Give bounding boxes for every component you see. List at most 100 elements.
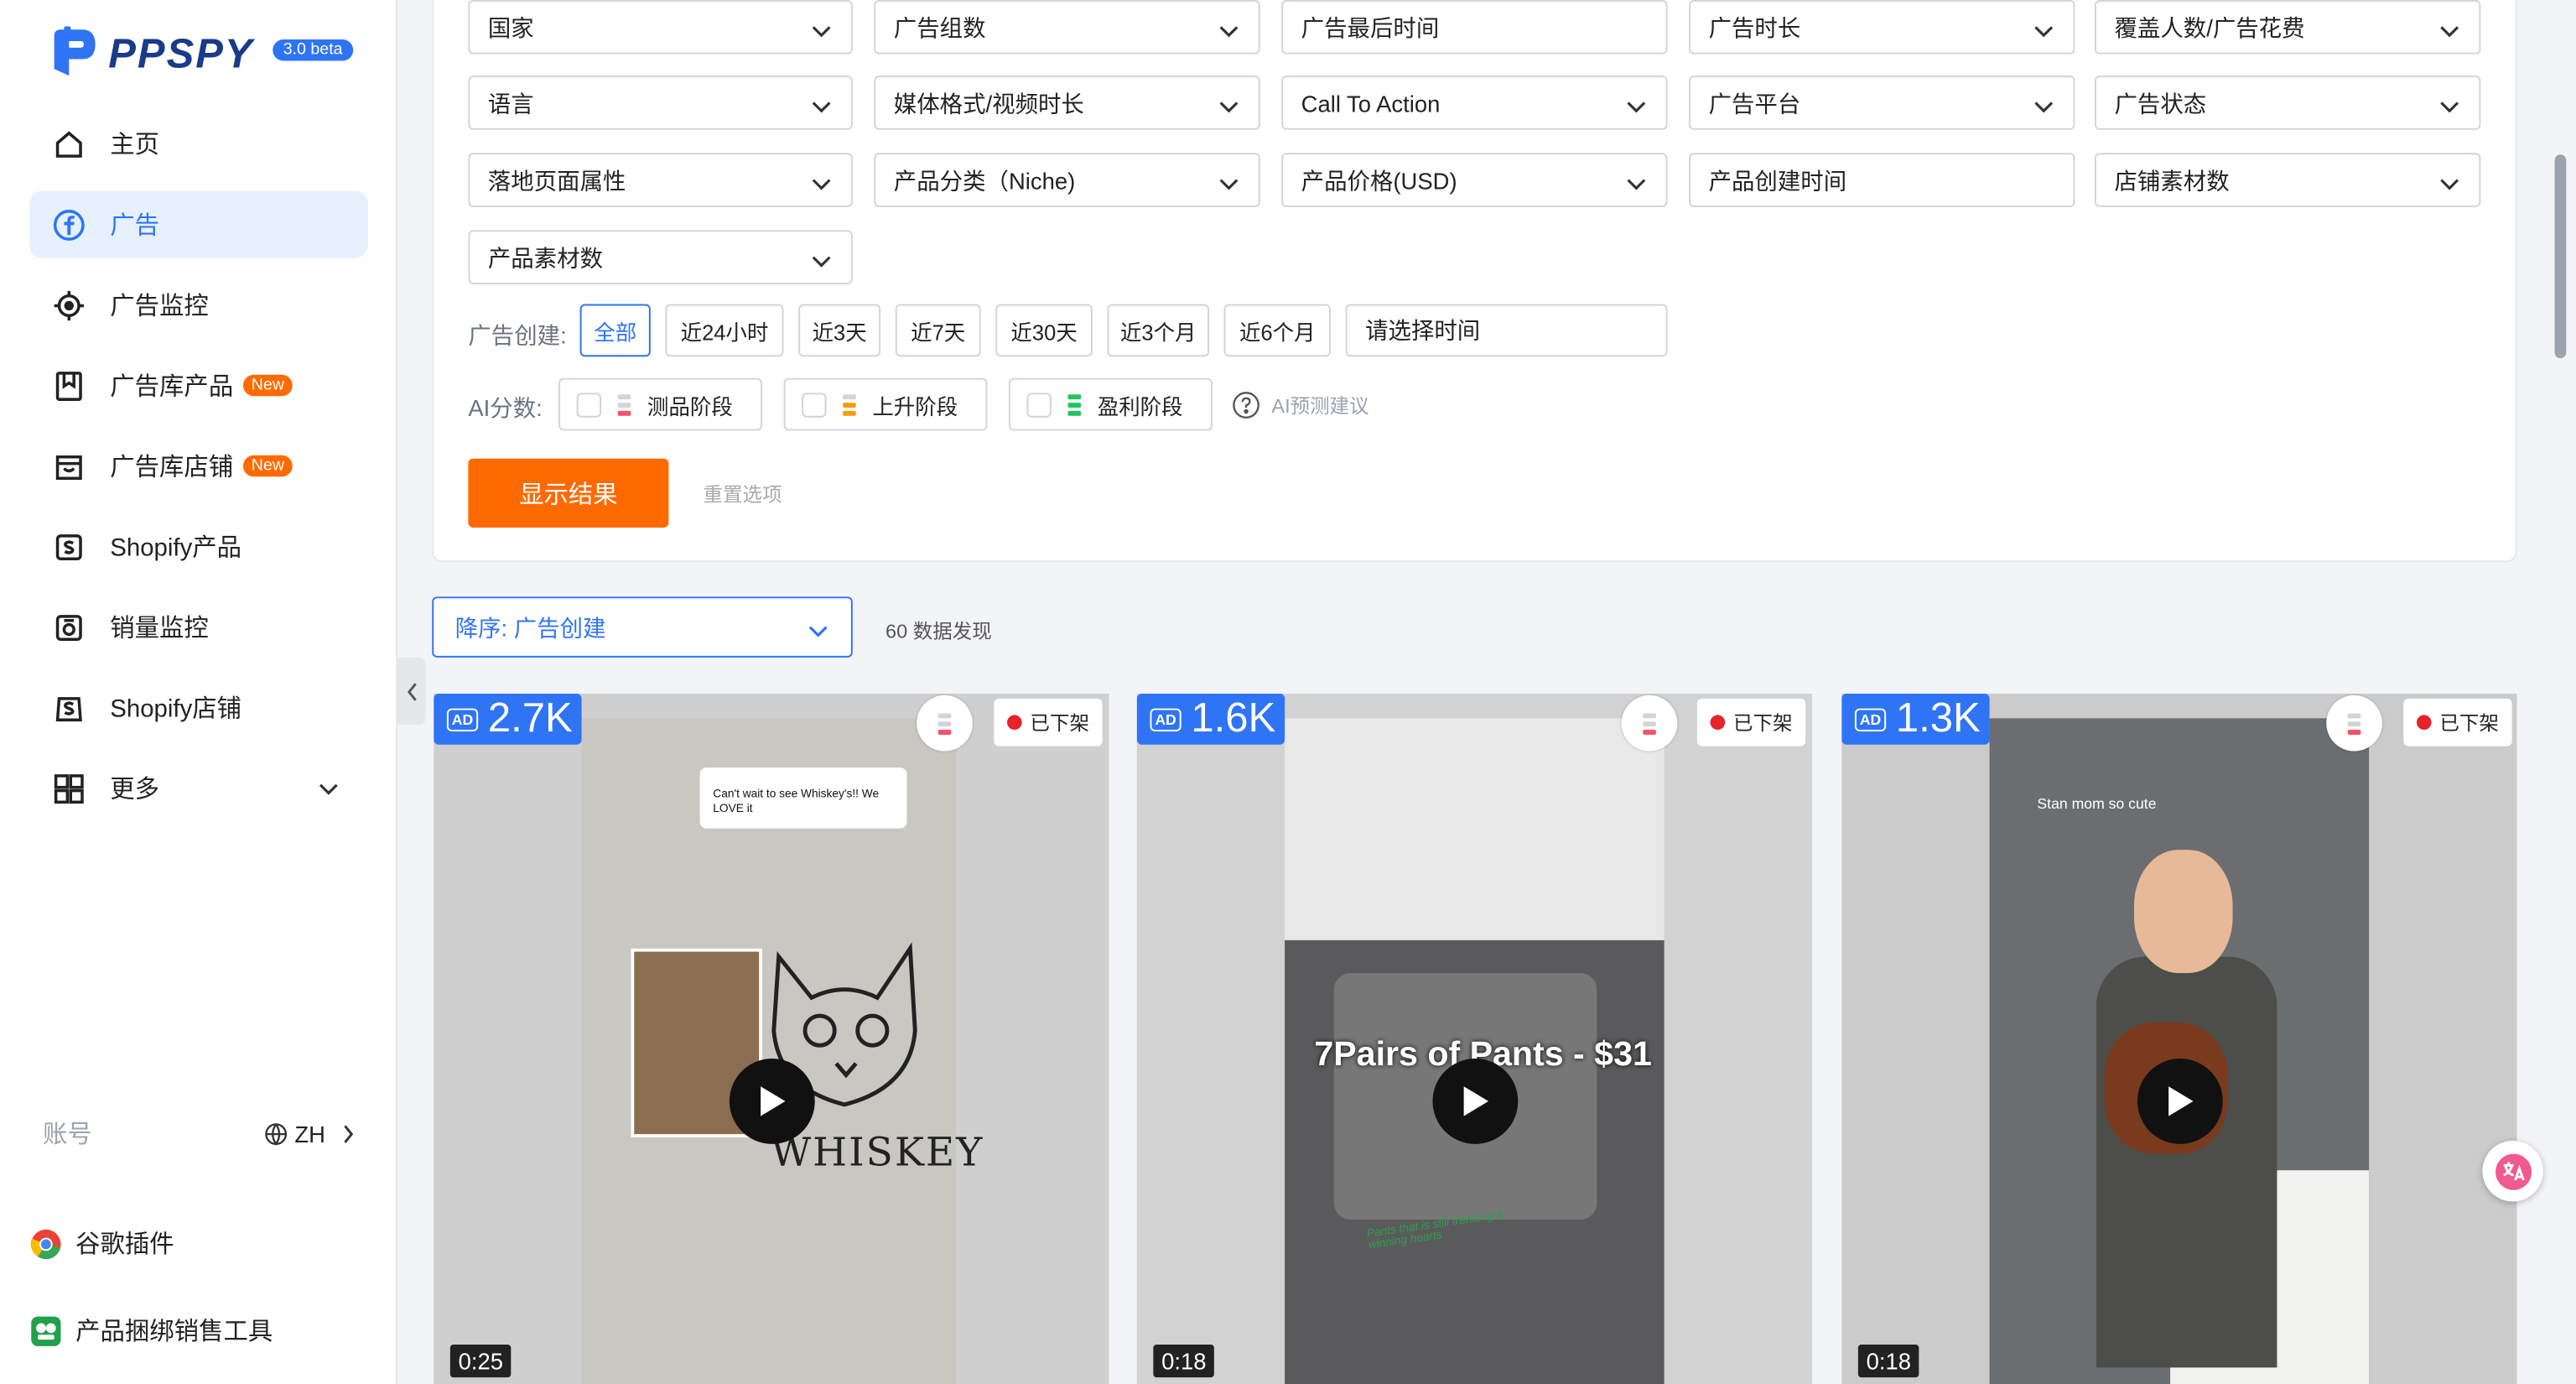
checkbox[interactable] [802,392,827,417]
play-button[interactable] [728,1058,814,1144]
sidebar-item-home[interactable]: 主页 [29,110,368,177]
sidebar-item-sales-monitor[interactable]: 销量监控 [29,593,368,660]
filter-reach-spend[interactable]: 覆盖人数/广告花费 [2094,0,2481,55]
chevron-down-icon [812,17,832,43]
filter-ad-platform[interactable]: 广告平台 [1689,75,2075,130]
sort-dropdown[interactable]: 降序: 广告创建 [432,596,853,658]
stage-testing-icon [617,393,631,415]
chevron-down-icon [2439,92,2459,118]
ai-stage-testing[interactable]: 测品阶段 [558,377,763,431]
filter-product-niche[interactable]: 产品分类（Niche) [874,153,1260,207]
sidebar-item-shopify-products[interactable]: Shopify产品 [29,512,368,580]
chevron-down-icon [1219,92,1239,118]
chevron-down-icon [1219,169,1239,195]
help-icon [1233,392,1259,419]
filter-call-to-action[interactable]: Call To Action [1281,75,1668,130]
ad-card[interactable]: 7Pairs of Pants - $31 Pants that is stil… [1136,693,1812,1384]
checkbox[interactable] [576,392,602,417]
sidebar-item-more[interactable]: 更多 [29,754,368,821]
store-icon [53,450,86,482]
language-label: ZH [294,1120,325,1147]
stage-testing-icon [1643,712,1656,734]
date-chip-30d[interactable]: 近30天 [995,304,1093,357]
ad-video-thumbnail[interactable]: Stan mom so cute [1841,693,2517,1384]
date-chip-24h[interactable]: 近24小时 [665,304,784,357]
filter-label: 覆盖人数/广告花费 [2114,13,2305,41]
play-icon [2168,1086,2193,1116]
reset-options-button[interactable]: 重置选项 [704,480,782,507]
chrome-plugin-label: 谷歌插件 [75,1231,174,1260]
page-scrollbar[interactable] [2554,154,2567,359]
filter-ad-last-time[interactable]: 广告最后时间 [1281,0,1668,55]
filter-product-created[interactable]: 产品创建时间 [1689,153,2075,207]
status-dot [2416,715,2432,731]
filter-store-creatives[interactable]: 店铺素材数 [2094,153,2481,207]
ai-stage-label: 盈利阶段 [1097,393,1183,419]
ai-stage-rising[interactable]: 上升阶段 [783,377,988,431]
target-icon [53,289,86,321]
brand-logo[interactable]: PPSPY 3.0 beta [49,26,353,82]
shopify-icon [53,530,86,563]
grid-icon [53,772,86,804]
account-row[interactable]: 账号 ZH [43,1116,355,1151]
stage-rising-icon [843,393,856,415]
ai-help-label: AI预测建议 [1271,394,1369,418]
sidebar-collapse-toggle[interactable] [397,657,426,726]
bookmark-icon [53,369,86,402]
brand-name: PPSPY [108,30,254,77]
filter-label: 国家 [487,13,534,41]
filter-landing-page[interactable]: 落地页面属性 [468,153,853,207]
filter-country[interactable]: 国家 [468,0,853,55]
ai-prediction-help[interactable]: AI预测建议 [1232,391,1369,419]
sidebar-item-ad-library-products[interactable]: 广告库产品 New [29,351,368,419]
language-switcher[interactable]: ZH [265,1120,355,1147]
filter-label: 落地页面属性 [487,166,626,194]
play-button[interactable] [2136,1058,2222,1144]
chevron-down-icon [1627,92,1647,118]
filter-label: 产品价格(USD) [1301,166,1457,194]
play-button[interactable] [1431,1058,1518,1144]
chevron-down-icon [1219,17,1239,43]
ad-card[interactable]: Stan mom so cute AD 1.3K 已下架 0:18 [1841,693,2517,1384]
sidebar-item-shopify-stores[interactable]: Shopify店铺 [29,674,368,741]
filter-ad-group-count[interactable]: 广告组数 [874,0,1260,55]
sidebar-item-label: Shopify店铺 [110,695,242,724]
facebook-icon [53,208,86,241]
ad-video-thumbnail[interactable]: 7Pairs of Pants - $31 Pants that is stil… [1136,693,1812,1384]
date-chip-6m[interactable]: 近6个月 [1223,304,1331,357]
chevron-down-icon [812,92,832,118]
chevron-down-icon [812,247,832,273]
filter-ad-status[interactable]: 广告状态 [2094,75,2481,130]
video-duration: 0:18 [1857,1344,1919,1378]
status-label: 已下架 [2439,711,2499,735]
date-chip-3d[interactable]: 近3天 [798,304,881,357]
date-chip-7d[interactable]: 近7天 [895,304,981,357]
sidebar-item-label: 更多 [110,775,160,804]
ai-stage-profit[interactable]: 盈利阶段 [1008,377,1213,431]
show-results-button[interactable]: 显示结果 [468,458,669,528]
sidebar-item-ad-library-stores[interactable]: 广告库店铺 New [29,432,368,499]
video-caption: Stan mom so cute [2037,795,2157,813]
filter-product-price[interactable]: 产品价格(USD) [1281,153,1668,207]
checkbox[interactable] [1026,392,1052,417]
ad-tag-icon: AD [1150,707,1182,731]
reach-value: 1.6K [1191,695,1276,741]
bundle-tool-link[interactable]: 产品捆绑销售工具 [29,1314,273,1348]
filter-language[interactable]: 语言 [468,75,853,130]
version-badge: 3.0 beta [273,39,353,60]
filter-media-format[interactable]: 媒体格式/视频时长 [874,75,1260,130]
bundle-tool-label: 产品捆绑销售工具 [75,1318,273,1346]
sidebar-item-ad-monitor[interactable]: 广告监控 [29,271,368,338]
chrome-plugin-link[interactable]: 谷歌插件 [29,1226,174,1261]
date-chip-all[interactable]: 全部 [579,304,651,357]
date-chip-3m[interactable]: 近3个月 [1107,304,1209,357]
filter-ad-duration[interactable]: 广告时长 [1689,0,2075,55]
translate-float-button[interactable] [2482,1140,2543,1202]
new-badge: New [242,455,293,477]
ad-card[interactable]: WHISKEY Can't wait to see Whiskey's!! We… [434,693,1109,1384]
filter-product-creatives[interactable]: 产品素材数 [468,230,853,285]
sidebar-item-ads[interactable]: 广告 [29,190,368,258]
ad-video-thumbnail[interactable]: WHISKEY Can't wait to see Whiskey's!! We… [434,693,1109,1384]
chevron-down-icon [2439,169,2459,195]
date-range-picker[interactable]: 请选择时间 [1345,304,1668,357]
